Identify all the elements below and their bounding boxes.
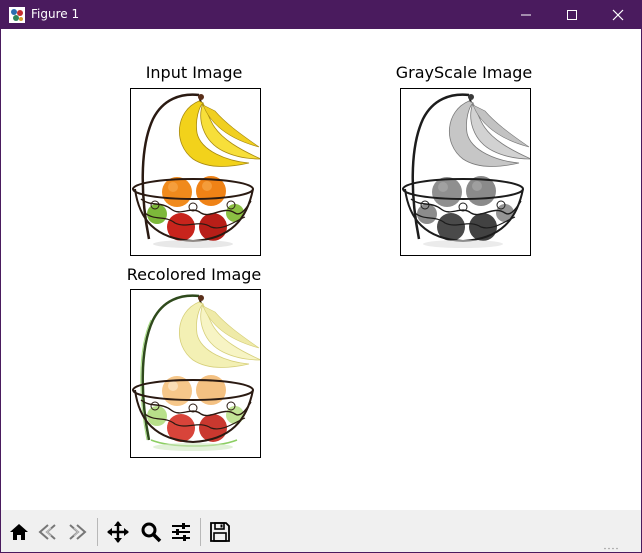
subplot-title-grayscale: GrayScale Image [395, 63, 533, 82]
maximize-icon [567, 10, 577, 20]
home-button[interactable] [5, 518, 33, 546]
fruit-basket-grayscale-image [401, 89, 530, 255]
minimize-button[interactable] [503, 1, 549, 29]
zoom-icon [141, 522, 162, 543]
axes-grayscale-image[interactable] [400, 88, 531, 256]
subplot-title-input: Input Image [145, 63, 243, 82]
figure-canvas[interactable]: Input Image GrayScale Image Recolored Im… [1, 29, 641, 510]
configure-subplots-button[interactable] [167, 518, 195, 546]
toolbar-separator [200, 518, 201, 546]
navigation-toolbar [1, 510, 641, 552]
close-button[interactable] [595, 1, 641, 29]
save-button[interactable] [206, 518, 234, 546]
axes-input-image[interactable] [130, 88, 261, 256]
save-icon [210, 522, 230, 542]
minimize-icon [521, 14, 531, 16]
matplotlib-figure-icon [9, 7, 25, 23]
zoom-button[interactable] [137, 518, 165, 546]
resize-grip-icon[interactable] [603, 547, 619, 550]
back-button[interactable] [34, 518, 62, 546]
axes-recolored-image[interactable] [130, 289, 261, 458]
configure-subplots-icon [172, 523, 190, 541]
pan-button[interactable] [104, 518, 132, 546]
maximize-button[interactable] [549, 1, 595, 29]
fruit-basket-recolored-image [131, 290, 260, 457]
back-icon [38, 524, 56, 540]
window-title: Figure 1 [31, 7, 80, 21]
toolbar-separator [97, 518, 98, 546]
figure-window: Figure 1 Input Image GrayScale Image Rec… [0, 0, 642, 553]
title-bar[interactable]: Figure 1 [1, 1, 641, 29]
forward-button[interactable] [63, 518, 91, 546]
close-icon [612, 9, 624, 21]
home-icon [10, 524, 28, 540]
fruit-basket-color-image [131, 89, 260, 255]
pan-icon [107, 521, 129, 543]
forward-icon [69, 524, 87, 540]
subplot-title-recolored: Recolored Image [126, 265, 262, 284]
